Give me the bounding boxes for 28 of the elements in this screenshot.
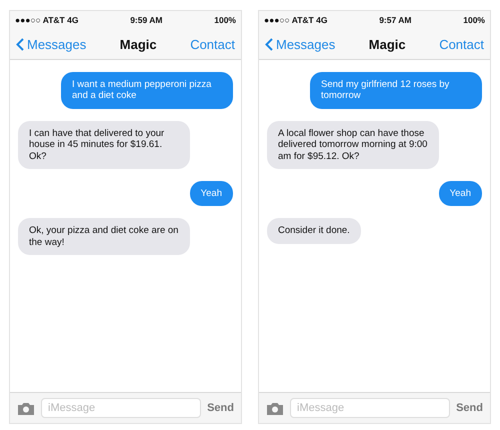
received-message: Ok, your pizza and diet coke are on the way! <box>18 218 190 256</box>
battery-text: 100% <box>214 15 236 25</box>
received-message: I can have that delivered to your house in 45 minutes for $19.61. Ok? <box>18 120 190 169</box>
conversation-title: Magic <box>120 36 157 52</box>
camera-icon[interactable] <box>17 402 35 414</box>
sent-message: Yeah <box>438 180 482 206</box>
chevron-icon <box>16 38 24 50</box>
send-button[interactable]: Send <box>207 402 234 414</box>
contact-link[interactable]: Contact <box>439 36 484 52</box>
carrier-text: ●●●○○ AT&T 4G <box>264 15 328 25</box>
received-message: A local flower shop can have those delivered tomorrow morning at 9:00 am for $95.12. Ok? <box>267 120 439 169</box>
sent-message: Send my girlfriend 12 roses by tomorrow <box>310 72 482 109</box>
send-button[interactable]: Send <box>456 402 483 414</box>
back-link[interactable]: Messages <box>16 36 86 52</box>
time-text: 9:57 AM <box>379 15 412 25</box>
message-field[interactable]: iMessage <box>41 398 202 418</box>
conversation-title: Magic <box>368 36 406 52</box>
sent-message: Yeah <box>190 180 233 206</box>
battery-text: 100% <box>463 15 485 25</box>
chevron-icon <box>265 38 273 50</box>
sent-message: I want a medium pepperoni pizza and a diet coke <box>61 72 233 109</box>
message-field[interactable]: iMessage <box>290 398 450 418</box>
carrier-text: ●●●○○ AT&T 4G <box>15 15 78 25</box>
time-text: 9:59 AM <box>130 15 162 25</box>
camera-icon[interactable] <box>266 402 284 414</box>
back-link[interactable]: Messages <box>265 36 336 52</box>
contact-link[interactable]: Contact <box>190 36 235 52</box>
received-message: Consider it done. <box>267 218 361 244</box>
